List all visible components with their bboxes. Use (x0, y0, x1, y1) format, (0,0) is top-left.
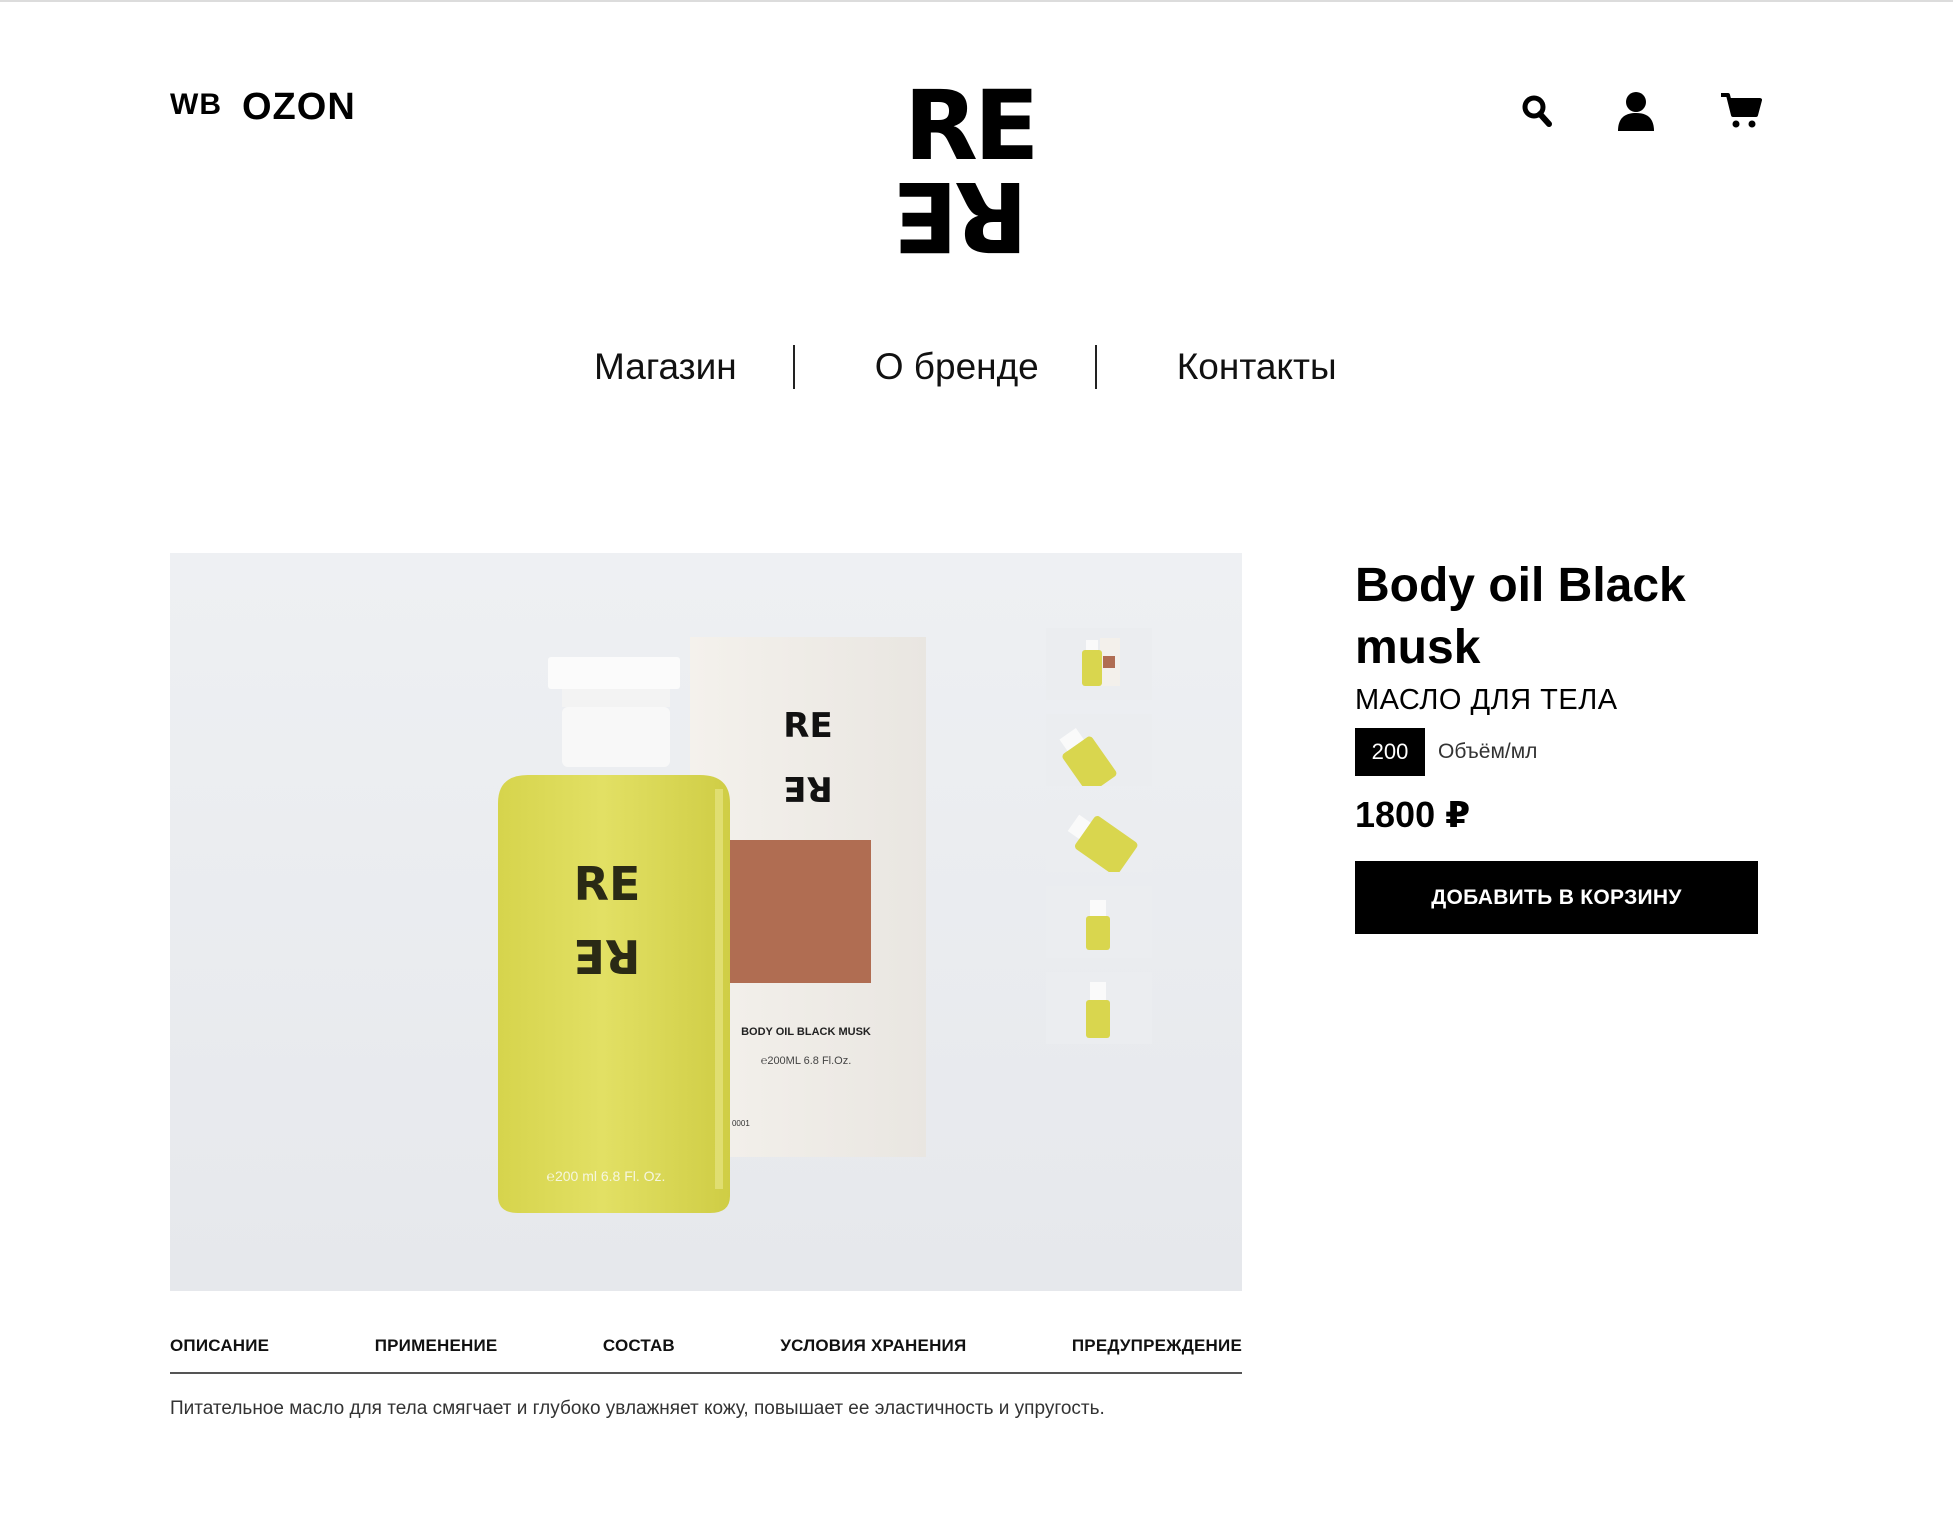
box-logo-bottom: RE (783, 768, 832, 808)
user-icon[interactable] (1614, 88, 1658, 134)
oil-bottle (498, 775, 730, 1213)
thumbnail-list (1046, 628, 1152, 1058)
bottle-logo-top: RE (574, 857, 641, 911)
product-description: Питательное масло для тела смягчает и гл… (170, 1398, 1105, 1419)
logo-text-top: RE (904, 70, 1040, 182)
tab-warning[interactable]: ПРЕДУПРЕЖДЕНИЕ (1072, 1336, 1242, 1372)
bottle-volume: ℮200 ml 6.8 Fl. Oz. (547, 1168, 666, 1184)
tab-description[interactable]: ОПИСАНИЕ (170, 1336, 269, 1372)
main-nav: Магазин О бренде Контакты (560, 342, 1337, 392)
thumbnail[interactable] (1046, 886, 1152, 958)
product-price: 1800 ₽ (1355, 794, 1471, 835)
ozon-link[interactable]: OZON (242, 86, 356, 129)
box-product-name: BODY OIL BLACK MUSK (741, 1026, 871, 1038)
product-subtitle: МАСЛО ДЛЯ ТЕЛА (1355, 684, 1618, 716)
nav-divider (792, 345, 795, 389)
tab-usage[interactable]: ПРИМЕНЕНИЕ (375, 1336, 498, 1372)
box-logo-top: RE (783, 706, 832, 746)
nav-divider (1094, 345, 1097, 389)
add-to-cart-button[interactable]: ДОБАВИТЬ В КОРЗИНУ (1355, 861, 1758, 934)
tab-ingredients[interactable]: СОСТАВ (603, 1336, 675, 1372)
nav-shop[interactable]: Магазин (594, 346, 737, 388)
thumbnail[interactable] (1046, 800, 1152, 872)
box-volume: ℮200ML 6.8 Fl.Oz. (761, 1055, 852, 1067)
product-title: Body oil Black musk (1355, 559, 1686, 674)
thumbnail[interactable] (1046, 628, 1152, 700)
search-icon[interactable] (1518, 88, 1556, 134)
pump-head (548, 657, 680, 689)
tab-storage[interactable]: УСЛОВИЯ ХРАНЕНИЯ (780, 1336, 966, 1372)
cart-icon[interactable] (1718, 88, 1764, 134)
volume-label: Объём/мл (1438, 740, 1538, 763)
volume-option[interactable]: 200 (1355, 728, 1425, 776)
logo-text-bottom: RE (896, 160, 1029, 272)
pump-neck (562, 689, 670, 707)
top-divider (0, 0, 1953, 2)
product-tabs: ОПИСАНИЕ ПРИМЕНЕНИЕ СОСТАВ УСЛОВИЯ ХРАНЕ… (170, 1336, 1242, 1374)
nav-about-brand[interactable]: О бренде (875, 346, 1039, 388)
thumbnail[interactable] (1046, 714, 1152, 786)
nav-contacts[interactable]: Контакты (1177, 346, 1337, 388)
wb-link[interactable]: WB (170, 88, 222, 122)
box-skin-photo (730, 840, 871, 983)
thumbnail[interactable] (1046, 972, 1152, 1044)
bottle-cap (562, 707, 670, 767)
bottle-logo-bottom: RE (574, 929, 641, 983)
brand-logo[interactable]: RE RE (896, 70, 1040, 272)
